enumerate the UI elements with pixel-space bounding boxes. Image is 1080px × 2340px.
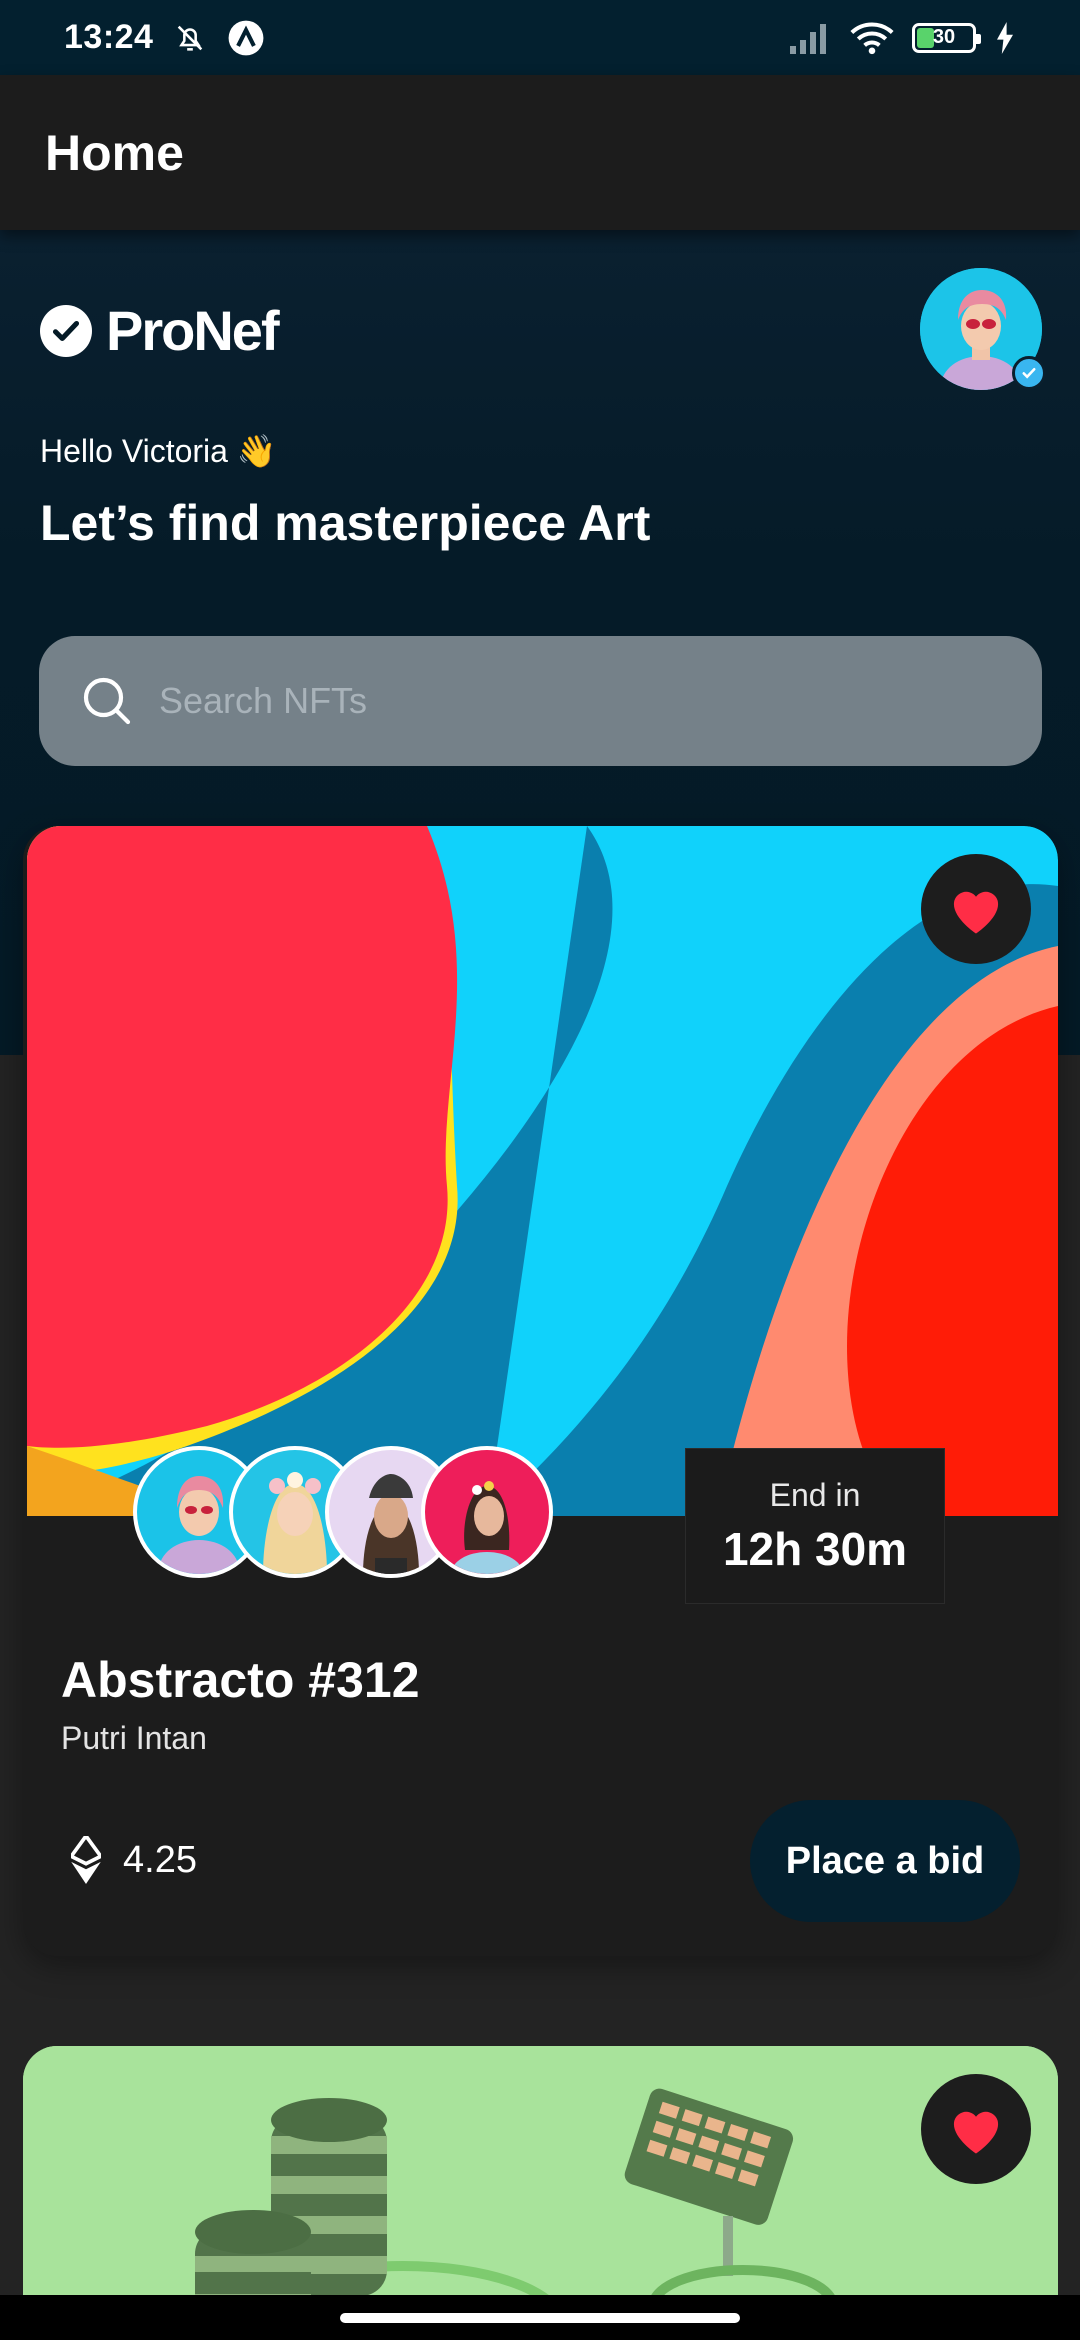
bidder-avatars[interactable] (133, 1446, 583, 1578)
like-button[interactable] (921, 2074, 1031, 2184)
end-time: 12h 30m (722, 1522, 908, 1575)
search-placeholder: Search NFTs (159, 680, 368, 721)
signal-icon (790, 23, 826, 54)
app-notification-icon (229, 20, 264, 55)
nft-title: Abstracto #312 (61, 1652, 420, 1708)
end-label: End in (769, 1476, 861, 1513)
search-icon (83, 677, 131, 725)
ethereum-icon (71, 1836, 101, 1884)
status-bar: 13:24 30 (0, 0, 1080, 75)
like-button[interactable] (921, 854, 1031, 964)
nft-artist: Putri Intan (61, 1720, 207, 1756)
profile-avatar[interactable] (920, 268, 1046, 390)
nft-artwork[interactable] (27, 826, 1058, 1516)
wifi-icon (850, 21, 894, 54)
brand-name: ProNef (106, 299, 280, 362)
abstract-artwork-image (27, 826, 1058, 1516)
price-value: 4.25 (123, 1838, 197, 1881)
bell-off-icon (178, 25, 203, 51)
search-input[interactable]: Search NFTs (39, 636, 1042, 766)
battery-level: 30 (932, 26, 956, 48)
battery-icon: 30 (912, 22, 981, 53)
heart-icon (953, 2111, 999, 2154)
bidder-avatar (421, 1446, 553, 1578)
page-title: Home (45, 124, 184, 181)
system-nav-bar (0, 2295, 1080, 2340)
charging-icon (997, 21, 1013, 54)
heart-icon (953, 891, 999, 934)
nft-card[interactable]: End in 12h 30m Abstracto #312 Putri Inta… (23, 826, 1058, 1956)
price: 4.25 (71, 1836, 197, 1884)
auction-timer: End in 12h 30m (685, 1448, 945, 1604)
check-logo-icon (40, 304, 92, 357)
status-time: 13:24 (64, 18, 154, 56)
home-indicator[interactable] (340, 2313, 740, 2323)
greeting-text: Hello Victoria 👋 (40, 433, 277, 469)
place-bid-button[interactable]: Place a bid (750, 1800, 1020, 1922)
app-bar: Home (0, 75, 1080, 230)
verified-badge-icon (1012, 356, 1046, 390)
headline: Let’s find masterpiece Art (40, 495, 651, 551)
brand-logo: ProNef (40, 298, 280, 363)
